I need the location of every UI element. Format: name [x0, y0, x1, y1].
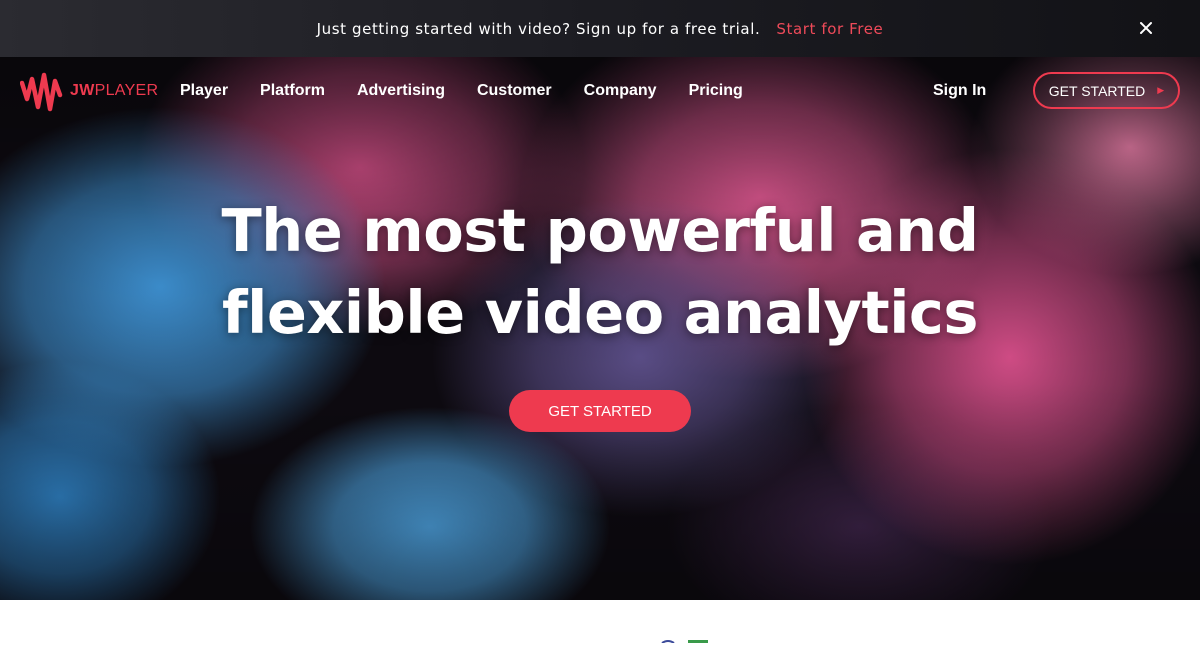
hero-get-started-button[interactable]: GET STARTED — [509, 390, 691, 432]
hero-headline-line1: The most powerful and — [221, 196, 979, 265]
main-nav: JWPLAYER Player Platform Advertising Cus… — [0, 57, 1200, 125]
nav-item-advertising[interactable]: Advertising — [357, 82, 445, 100]
nav-item-player[interactable]: Player — [180, 82, 228, 100]
close-icon[interactable] — [1138, 20, 1154, 36]
nav-get-started-button[interactable]: GET STARTED ▶ — [1033, 72, 1180, 109]
announcement-bar: Just getting started with video? Sign up… — [0, 0, 1200, 57]
partial-logo-icon — [660, 630, 710, 644]
nav-menu: Player Platform Advertising Customer Com… — [180, 57, 775, 125]
nav-item-pricing[interactable]: Pricing — [689, 82, 743, 100]
hero-headline-line2: flexible video analytics — [221, 278, 979, 347]
below-fold-section — [0, 600, 1200, 634]
jw-wave-icon — [20, 69, 64, 113]
hero-headline: The most powerful and flexible video ana… — [0, 190, 1200, 354]
nav-item-platform[interactable]: Platform — [260, 82, 325, 100]
nav-get-started-label: GET STARTED — [1048, 82, 1146, 99]
play-arrow-icon: ▶ — [1157, 85, 1165, 95]
logo-wordmark: JWPLAYER — [70, 82, 159, 99]
start-for-free-link[interactable]: Start for Free — [776, 20, 883, 38]
announcement-message: Just getting started with video? Sign up… — [316, 19, 761, 38]
sign-in-link[interactable]: Sign In — [933, 57, 986, 125]
jwplayer-logo[interactable]: JWPLAYER — [20, 69, 158, 113]
nav-item-company[interactable]: Company — [584, 82, 657, 100]
nav-item-customer[interactable]: Customer — [477, 82, 552, 100]
